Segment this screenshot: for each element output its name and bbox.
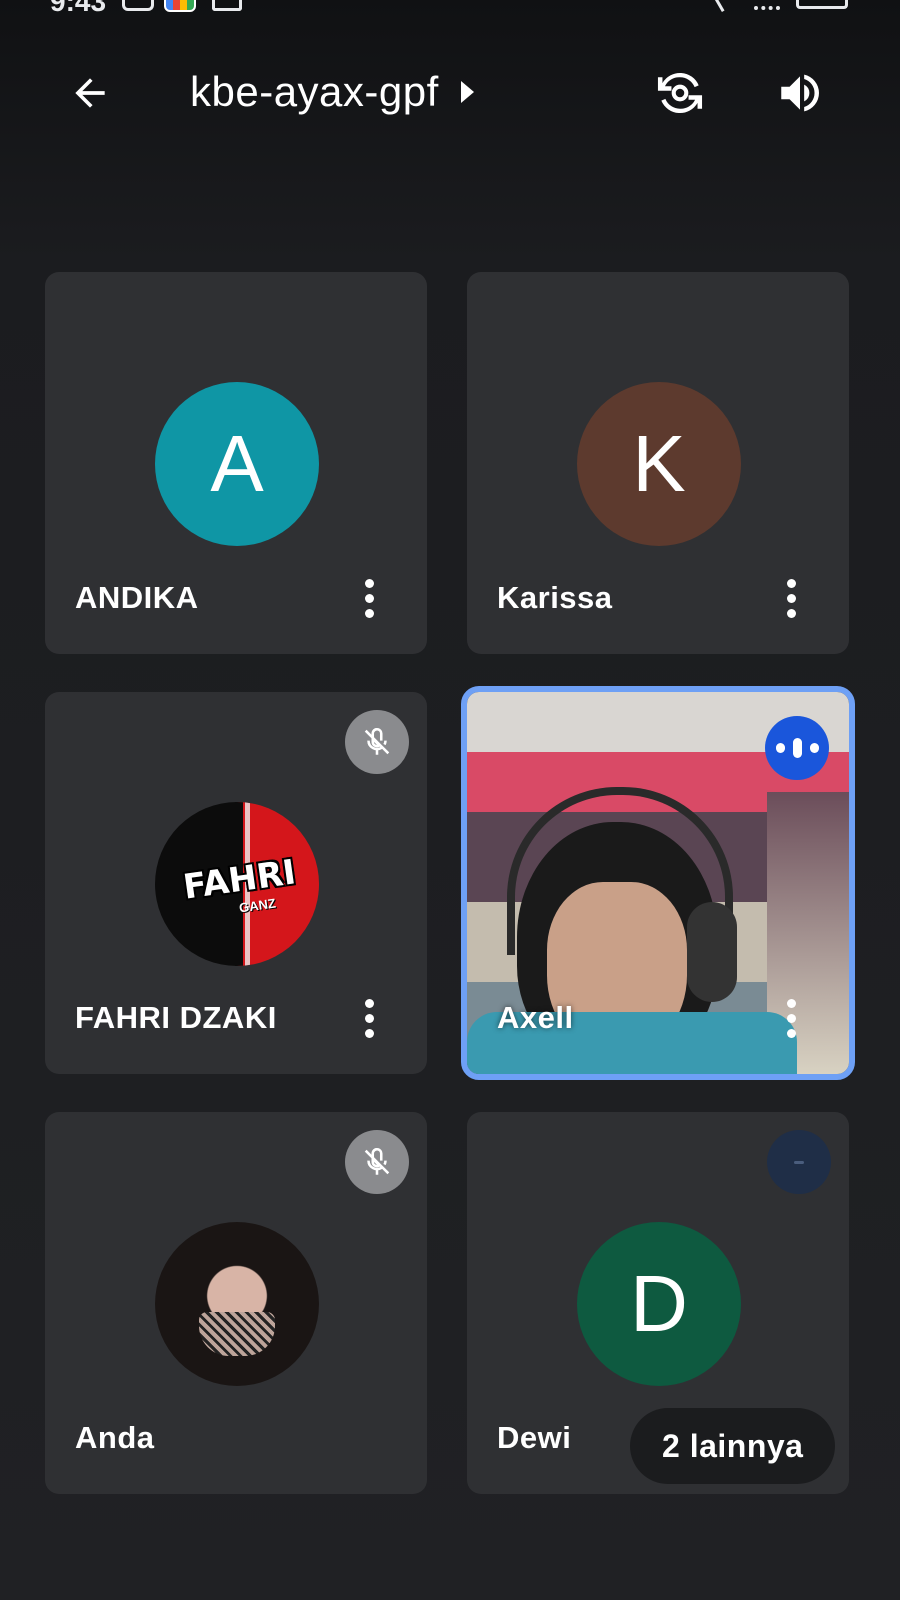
wifi-icon	[754, 0, 780, 10]
mic-off-icon	[364, 727, 390, 755]
audio-output-button[interactable]	[765, 58, 835, 128]
meeting-code: kbe-ayax-gpf	[190, 68, 439, 115]
participant-name: Dewi	[497, 1420, 572, 1455]
avatar: K	[577, 382, 741, 546]
avatar: D	[577, 1222, 741, 1386]
notification-bell-icon	[122, 0, 154, 11]
participant-name: Axell	[497, 1000, 574, 1035]
switch-camera-button[interactable]	[645, 58, 715, 128]
screen-cast-icon	[212, 0, 242, 11]
speaking-indicator-icon	[765, 716, 829, 780]
more-participants-button[interactable]: 2 lainnya	[630, 1408, 836, 1484]
call-header: kbe-ayax-gpf	[0, 50, 900, 140]
participant-tile-andika[interactable]: A ANDIKA	[45, 272, 427, 654]
app-notification-icon	[164, 0, 196, 12]
participant-tile-karissa[interactable]: K Karissa	[467, 272, 849, 654]
meet-call-screen: 9:43 kbe-ayax-gpf A ANDIKA K Karissa FAH…	[0, 0, 900, 1600]
participant-name: Karissa	[497, 580, 613, 615]
audio-level-icon	[767, 1130, 831, 1194]
avatar-image	[155, 1222, 319, 1386]
more-vert-icon	[786, 998, 796, 1008]
meeting-info-button[interactable]: kbe-ayax-gpf	[190, 68, 474, 116]
avatar-image: FAHRI GANZ	[155, 802, 319, 966]
speaker-icon	[781, 74, 819, 112]
mic-off-icon	[364, 1147, 390, 1175]
participant-name: ANDIKA	[75, 580, 199, 615]
participant-tile-axell[interactable]: Axell	[461, 686, 855, 1080]
more-options-button[interactable]	[767, 570, 815, 626]
signal-icon	[712, 0, 741, 13]
battery-icon	[796, 0, 848, 9]
participant-name: Anda	[75, 1420, 155, 1455]
more-options-button[interactable]	[345, 990, 393, 1046]
more-options-button[interactable]	[767, 990, 815, 1046]
back-arrow-icon	[75, 78, 105, 108]
participant-tile-anda[interactable]: Anda	[45, 1112, 427, 1494]
status-bar: 9:43	[0, 0, 900, 20]
switch-camera-icon	[657, 72, 703, 114]
more-options-button[interactable]	[345, 570, 393, 626]
mic-off-badge	[345, 1130, 409, 1194]
more-vert-icon	[364, 998, 374, 1008]
avatar: A	[155, 382, 319, 546]
participant-tile-fahri-dzaki[interactable]: FAHRI GANZ FAHRI DZAKI	[45, 692, 427, 1074]
chevron-right-icon	[460, 81, 474, 103]
status-time: 9:43	[50, 0, 107, 17]
mic-off-badge	[345, 710, 409, 774]
more-vert-icon	[786, 578, 796, 588]
back-button[interactable]	[55, 58, 125, 128]
participant-name: FAHRI DZAKI	[75, 1000, 277, 1035]
more-vert-icon	[364, 578, 374, 588]
